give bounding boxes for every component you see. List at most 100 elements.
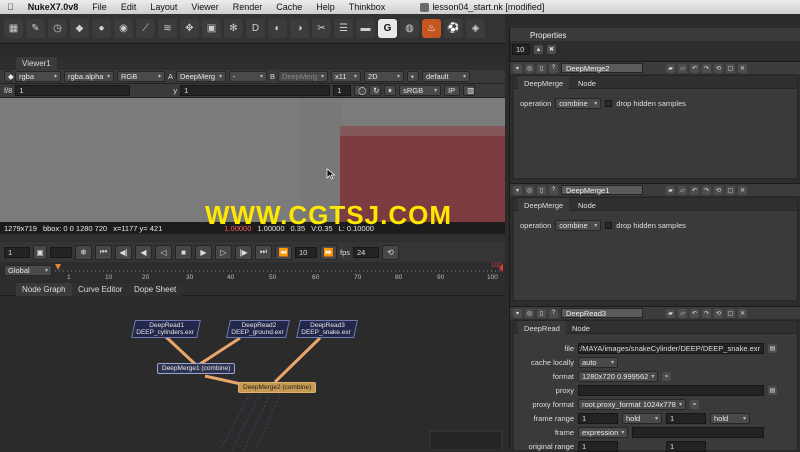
close-panel-icon[interactable]: ✕ [738,185,747,195]
gl-color-icon[interactable]: ▱ [678,185,687,195]
apple-icon[interactable]:  [0,2,21,12]
input-icon[interactable]: ▯ [537,308,546,318]
frame-lock-icon[interactable]: ▣ [33,244,47,260]
views-nodes-icon[interactable]: ◐ [268,19,287,38]
particles-nodes-icon[interactable]: ✻ [224,19,243,38]
proxy-format-edit-icon[interactable]: = [690,400,699,409]
channel-lock-icon[interactable]: ◆ [4,71,14,82]
gl-color-icon[interactable]: ▱ [678,308,687,318]
format-edit-icon[interactable]: = [662,372,671,381]
revert-icon[interactable]: ⟲ [714,308,723,318]
operation-dropdown[interactable]: combine ▾ [555,220,602,231]
node-deepread3[interactable]: DeepRead3 DEEP_snake.exr [296,320,358,338]
revert-icon[interactable]: ⟲ [714,185,723,195]
revert-icon[interactable]: ⟲ [714,63,723,73]
node-name-field[interactable]: DeepRead3 [561,308,643,318]
lock-icon[interactable]: ▲ [534,45,543,54]
redo-icon[interactable]: ↷ [702,308,711,318]
menu-cache[interactable]: Cache [269,2,309,12]
max-panels-field[interactable]: 10 [512,44,530,55]
skip-forward-button[interactable]: ⏩ [320,244,337,260]
gl-color-icon[interactable]: ▱ [678,63,687,73]
node-deepmerge2[interactable]: DeepMerge2 (combine) [238,382,317,393]
help-icon[interactable]: ? [549,185,558,195]
redo-icon[interactable]: ↷ [702,185,711,195]
center-node-icon[interactable]: ◎ [525,63,534,73]
prev-frame-button[interactable]: ◀ [135,244,152,260]
draw-nodes-icon[interactable]: ✎ [26,19,45,38]
other-nodes-icon[interactable]: ☰ [334,19,353,38]
range-start-field[interactable]: 1 [578,413,618,424]
loop-mode-icon[interactable]: ⟲ [382,244,400,260]
furnace-nodes-icon[interactable]: ▬ [356,19,375,38]
plugin-extra-icon[interactable]: ◈ [466,19,485,38]
input-icon[interactable]: ▯ [537,185,546,195]
refresh-icon[interactable]: ↻ [369,85,382,96]
fps-field[interactable]: 24 [353,246,380,258]
drop-hidden-checkbox[interactable] [605,100,613,107]
play-forward-button[interactable]: ▶ [195,244,212,260]
plugin-icon[interactable]: ◍ [400,19,419,38]
menu-thinkbox[interactable]: Thinkbox [342,2,393,12]
undo-icon[interactable]: ↶ [690,185,699,195]
channels-dropdown[interactable]: rgba ▾ [15,71,61,82]
gain-field[interactable]: 1 [15,85,131,96]
range-end-mode[interactable]: hold ▾ [710,413,750,424]
input-process-button[interactable]: IP [444,85,461,96]
first-frame-button[interactable]: ⏮ [95,244,112,260]
menu-edit[interactable]: Edit [114,2,144,12]
node-deepread2[interactable]: DeepRead2 DEEP_ground.exr [226,320,291,338]
float-panel-icon[interactable]: ▢ [726,185,735,195]
file-path-field[interactable]: R:/MAYA/images/snakeCylinder/DEEP/DEEP_s… [578,343,764,354]
metadata-nodes-icon[interactable]: ◑ [290,19,309,38]
viewer-settings-icon[interactable]: ▥ [463,85,476,96]
node-deepmerge1[interactable]: DeepMerge1 (combine) [157,363,236,374]
colorspace-dropdown[interactable]: sRGB ▾ [399,85,442,96]
time-nodes-icon[interactable]: ◷ [48,19,67,38]
frame-expression-field[interactable] [632,427,764,438]
merge-nodes-icon[interactable]: ≋ [158,19,177,38]
gamma-field[interactable]: 1 [180,85,331,96]
channel-nodes-icon[interactable]: ◆ [70,19,89,38]
orig-start-field[interactable]: 1 [578,441,618,452]
next-frame-button[interactable]: ▷ [215,244,232,260]
help-icon[interactable]: ? [549,63,558,73]
prev-keyframe-button[interactable]: ◀| [115,244,132,260]
keyer-nodes-icon[interactable]: ⟋ [136,19,155,38]
lut-dropdown[interactable]: default ▾ [422,71,471,82]
play-backward-button[interactable]: ◁ [155,244,172,260]
node-graph-canvas[interactable]: DeepRead1 DEEP_cylinders.exr DeepRead2 D… [0,296,505,450]
color-swatch-icon[interactable]: ▰ [666,185,675,195]
node-name-field[interactable]: DeepMerge1 [561,185,643,195]
last-frame-button[interactable]: ⏭ [255,244,272,260]
app-menu[interactable]: NukeX7.0v8 [21,2,86,12]
zoom-dropdown[interactable]: x11 ▾ [331,71,362,82]
tab-node-graph[interactable]: Node Graph [16,283,72,296]
next-keyframe-button[interactable]: |▶ [235,244,252,260]
help-icon[interactable]: ? [549,308,558,318]
cache-dropdown[interactable]: auto ▾ [578,357,618,368]
tab-viewer1[interactable]: Viewer1 [16,57,57,70]
collapse-icon[interactable]: ▾ [513,308,522,318]
node-name-field[interactable]: DeepMerge2 [561,63,643,73]
plugin-ball-icon[interactable]: ⚽ [444,19,463,38]
orig-end-field[interactable]: 1 [666,441,706,452]
float-panel-icon[interactable]: ▢ [726,308,735,318]
alpha-channel-dropdown[interactable]: rgba.alpha ▾ [64,71,114,82]
tab-deepmerge[interactable]: DeepMerge [518,76,570,89]
undo-icon[interactable]: ↶ [690,63,699,73]
node-deepread1[interactable]: DeepRead1 DEEP_cylinders.exr [131,320,201,338]
operation-dropdown[interactable]: combine ▾ [555,98,602,109]
center-node-icon[interactable]: ◎ [525,308,534,318]
proxy-format-dropdown[interactable]: root.proxy_format 1024x778 ▾ [578,399,686,410]
close-panel-icon[interactable]: ✕ [738,63,747,73]
tab-deepread[interactable]: DeepRead [518,321,566,334]
gizmo-g-icon[interactable]: G [378,19,397,38]
tab-node[interactable]: Node [572,198,602,211]
color-swatch-icon[interactable]: ▰ [666,63,675,73]
increment-field[interactable]: 10 [295,246,317,258]
menu-help[interactable]: Help [309,2,342,12]
roi-icon[interactable]: ◯ [354,85,367,96]
frame-ruler[interactable]: 1 10 20 30 40 50 60 70 80 90 100 100 [55,262,503,282]
collapse-icon[interactable]: ▾ [513,185,522,195]
